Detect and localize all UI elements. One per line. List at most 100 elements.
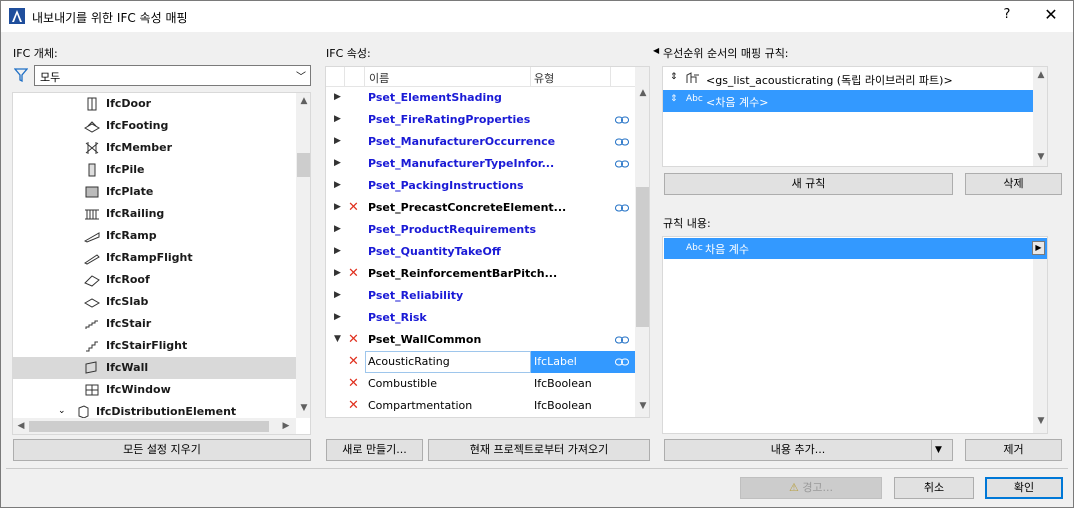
expand-chevron-icon[interactable]: ▶ (334, 290, 341, 300)
table-row[interactable]: ✕ AcousticRating IfcLabel (326, 351, 635, 373)
table-vertical-scroll-thumb[interactable] (636, 187, 649, 327)
ifc-entity-tree[interactable]: IfcDoor IfcFooting IfcMember IfcPile IfcPlat… (12, 92, 311, 435)
table-row[interactable]: ▶ Pset_ProductRequirements (326, 219, 635, 241)
scroll-up-icon[interactable]: ▲ (1033, 70, 1047, 80)
rule-content-row[interactable]: Abc 차음 계수 ▶ (664, 238, 1047, 259)
expand-chevron-icon[interactable]: ▶ (334, 312, 341, 322)
property-type: IfcBoolean (534, 399, 592, 412)
scroll-up-icon[interactable]: ▲ (296, 96, 310, 106)
chevron-down-icon[interactable]: ▼ (935, 440, 942, 460)
expand-chevron-icon[interactable]: ▶ (334, 224, 341, 234)
scroll-down-icon[interactable]: ▼ (635, 401, 649, 411)
table-row[interactable]: ▶ ✕ Pset_ReinforcementBarPitch... (326, 263, 635, 285)
column-header-name[interactable]: 이름 (369, 70, 389, 86)
collapse-chevron-icon[interactable]: ▼ (334, 334, 341, 344)
table-row[interactable]: ▶ Pset_Risk (326, 307, 635, 329)
tree-horizontal-scrollbar[interactable]: ◀ ▶ (13, 418, 296, 434)
text-abc-icon: Abc (686, 243, 703, 253)
table-row[interactable]: ✕ Combustible IfcBoolean (326, 373, 635, 395)
tree-item[interactable]: IfcStairFlight (13, 335, 296, 357)
delete-rule-button[interactable]: 삭제 (965, 173, 1062, 195)
warnings-button[interactable]: ⚠ 경고... (740, 477, 882, 499)
tree-vertical-scrollbar[interactable]: ▲ ▼ (296, 93, 310, 418)
rules-vertical-scrollbar[interactable]: ▲ ▼ (1033, 67, 1047, 166)
ok-button[interactable]: 확인 (985, 477, 1063, 499)
tree-item[interactable]: IfcSlab (13, 291, 296, 313)
scroll-down-icon[interactable]: ▼ (296, 403, 310, 413)
property-name: Pset_WallCommon (368, 333, 482, 346)
content-vertical-scrollbar[interactable]: ▼ (1033, 259, 1047, 433)
table-row[interactable]: ▶ Pset_ElementShading (326, 87, 635, 109)
expand-chevron-icon[interactable]: ▶ (334, 202, 341, 212)
expand-chevron-icon[interactable]: ▶ (334, 158, 341, 168)
table-row[interactable]: ✕ Compartmentation IfcBoolean (326, 395, 635, 417)
entity-filter-select[interactable]: 모두 ﹀ (34, 65, 311, 86)
new-rule-button[interactable]: 새 규칙 (664, 173, 953, 195)
column-header-type[interactable]: 유형 (534, 70, 554, 86)
collapse-arrow-icon[interactable]: ◀ (653, 46, 659, 55)
property-name: Pset_PackingInstructions (368, 179, 524, 192)
scroll-left-icon[interactable]: ◀ (13, 421, 29, 431)
stair-flight-icon (86, 341, 98, 352)
scroll-up-icon[interactable]: ▲ (635, 88, 649, 98)
expand-chevron-icon[interactable]: ⌄ (58, 406, 66, 416)
expand-chevron-icon[interactable]: ▶ (334, 246, 341, 256)
tree-item[interactable]: IfcWindow (13, 379, 296, 401)
tree-item[interactable]: IfcStair (13, 313, 296, 335)
ifc-properties-table[interactable]: 이름 유형 ▶ Pset_ElementShading ▶ Pset_FireRati… (325, 66, 650, 418)
mapping-rule-row[interactable]: ⇕ Abc <차음 계수> (663, 90, 1033, 112)
rule-content-list[interactable]: Abc 차음 계수 ▶ ▼ (662, 236, 1048, 434)
tree-item[interactable]: IfcFooting (13, 115, 296, 137)
mapping-rule-row[interactable]: ⇕ <gs_list_acousticrating (독립 라이브러리 파트)> (663, 68, 1033, 90)
popup-arrow-icon[interactable]: ▶ (1032, 241, 1045, 255)
table-row[interactable]: ▶ Pset_ManufacturerTypeInfor... (326, 153, 635, 175)
add-content-button[interactable]: 내용 추가... ▼ (664, 439, 953, 461)
tree-item[interactable]: IfcRampFlight (13, 247, 296, 269)
import-from-project-button[interactable]: 현재 프로젝트로부터 가져오기 (428, 439, 650, 461)
tree-item[interactable]: IfcMember (13, 137, 296, 159)
scroll-down-icon[interactable]: ▼ (1033, 416, 1047, 426)
table-vertical-scrollbar[interactable]: ▲ ▼ (635, 67, 649, 417)
cancel-button[interactable]: 취소 (894, 477, 974, 499)
remove-content-button[interactable]: 제거 (965, 439, 1062, 461)
expand-chevron-icon[interactable]: ▶ (334, 92, 341, 102)
property-name: Pset_ManufacturerOccurrence (368, 135, 556, 148)
table-row[interactable]: ▶ ✕ Pset_PrecastConcreteElement... (326, 197, 635, 219)
tree-item[interactable]: IfcRoof (13, 269, 296, 291)
tree-horizontal-scroll-thumb[interactable] (29, 421, 269, 432)
expand-chevron-icon[interactable]: ▶ (334, 180, 341, 190)
scroll-right-icon[interactable]: ▶ (278, 421, 294, 431)
footing-icon (84, 121, 100, 133)
table-row[interactable]: ▶ Pset_Reliability (326, 285, 635, 307)
tree-item[interactable]: IfcPile (13, 159, 296, 181)
tree-item[interactable]: IfcDoor (13, 93, 296, 115)
mapping-rules-list[interactable]: ⇕ <gs_list_acousticrating (독립 라이브러리 파트)> ⇕… (662, 66, 1048, 167)
expand-chevron-icon[interactable]: ▶ (334, 136, 341, 146)
tree-item[interactable]: IfcRamp (13, 225, 296, 247)
reorder-handle-icon[interactable]: ⇕ (670, 72, 678, 82)
scroll-down-icon[interactable]: ▼ (1033, 152, 1047, 162)
clear-all-settings-button[interactable]: 모든 설정 지우기 (13, 439, 311, 461)
reorder-handle-icon[interactable]: ⇕ (670, 94, 678, 104)
table-row[interactable]: ▼ ✕ Pset_WallCommon (326, 329, 635, 351)
tree-item[interactable]: IfcWall (13, 357, 296, 379)
tree-vertical-scroll-thumb[interactable] (297, 153, 310, 177)
filter-icon[interactable] (14, 68, 28, 82)
unmapped-x-icon: ✕ (348, 332, 359, 347)
tree-item[interactable]: IfcRailing (13, 203, 296, 225)
table-row[interactable]: ▶ Pset_ManufacturerOccurrence (326, 131, 635, 153)
property-name: AcousticRating (368, 355, 450, 368)
new-property-button[interactable]: 새로 만들기... (326, 439, 423, 461)
expand-chevron-icon[interactable]: ▶ (334, 114, 341, 124)
table-row[interactable]: ▶ Pset_QuantityTakeOff (326, 241, 635, 263)
tree-item[interactable]: IfcPlate (13, 181, 296, 203)
link-icon (615, 160, 629, 168)
table-row[interactable]: ▶ Pset_FireRatingProperties (326, 109, 635, 131)
close-button[interactable]: ✕ (1041, 5, 1061, 25)
expand-chevron-icon[interactable]: ▶ (334, 268, 341, 278)
ramp-flight-icon (84, 254, 100, 265)
pile-icon (88, 163, 96, 177)
table-row[interactable]: ▶ Pset_PackingInstructions (326, 175, 635, 197)
property-type: IfcBoolean (534, 377, 592, 390)
help-button[interactable]: ? (998, 7, 1016, 25)
